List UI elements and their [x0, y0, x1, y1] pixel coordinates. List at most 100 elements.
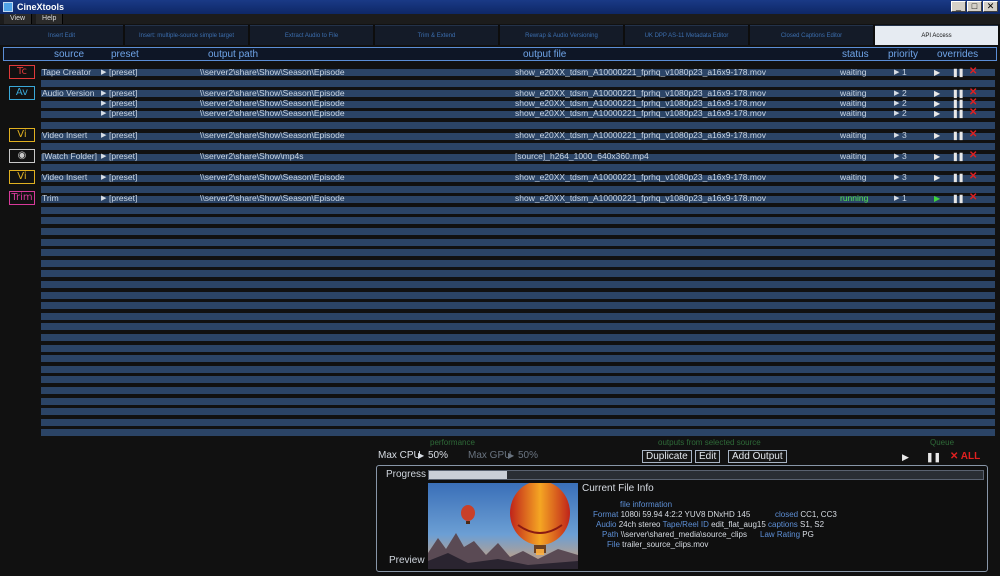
- priority-arrow-icon[interactable]: ▶: [894, 89, 899, 97]
- column-header-priority[interactable]: priority: [888, 49, 918, 60]
- remove-icon[interactable]: ✕: [969, 171, 977, 182]
- max-gpu-arrow-icon[interactable]: ▶: [508, 451, 514, 460]
- output-file[interactable]: show_e20XX_tdsm_A10000221_fprhq_v1080p23…: [515, 98, 766, 108]
- pause-icon[interactable]: ❚❚: [952, 68, 964, 77]
- priority-value[interactable]: 2: [902, 88, 907, 98]
- remove-icon[interactable]: ✕: [969, 66, 977, 77]
- output-path[interactable]: \\server2\share\Show\Season\Episode: [200, 88, 345, 98]
- output-path[interactable]: \\server2\share\Show\Season\Episode: [200, 193, 345, 203]
- pause-icon[interactable]: ❚❚: [952, 109, 964, 118]
- pause-icon[interactable]: ❚❚: [952, 89, 964, 98]
- output-path[interactable]: \\server2\share\Show\Season\Episode: [200, 130, 345, 140]
- tab-api-access[interactable]: API Access: [875, 25, 998, 45]
- play-icon[interactable]: ▶: [934, 194, 940, 203]
- table-row[interactable]: Vi Video Insert ▶ [preset] \\server2\share\S…: [0, 170, 1000, 184]
- minimize-button[interactable]: _: [951, 1, 966, 12]
- output-file[interactable]: show_e20XX_tdsm_A10000221_fprhq_v1080p23…: [515, 130, 766, 140]
- output-path[interactable]: \\server2\share\Show\Season\Episode: [200, 67, 345, 77]
- priority-value[interactable]: 2: [902, 98, 907, 108]
- tab-closed-captions[interactable]: Closed Captions Editor: [750, 25, 873, 45]
- tab-insert-edit[interactable]: Insert Edit: [0, 25, 123, 45]
- preset-expand-icon[interactable]: ▶: [101, 131, 106, 139]
- priority-value[interactable]: 3: [902, 151, 907, 161]
- preset-value[interactable]: [preset]: [109, 67, 137, 77]
- pause-icon[interactable]: ❚❚: [952, 131, 964, 140]
- menu-help[interactable]: Help: [36, 14, 64, 24]
- column-header-preset[interactable]: preset: [111, 49, 139, 60]
- output-path[interactable]: \\server2\share\Show\Season\Episode: [200, 172, 345, 182]
- output-file[interactable]: show_e20XX_tdsm_A10000221_fprhq_v1080p23…: [515, 172, 766, 182]
- output-file[interactable]: show_e20XX_tdsm_A10000221_fprhq_v1080p23…: [515, 88, 766, 98]
- remove-icon[interactable]: ✕: [969, 150, 977, 161]
- preset-value[interactable]: [preset]: [109, 130, 137, 140]
- output-file[interactable]: show_e20XX_tdsm_A10000221_fprhq_v1080p23…: [515, 67, 766, 77]
- table-row[interactable]: ◉ [Watch Folder] ▶ [preset] \\server2\share\…: [0, 149, 1000, 163]
- menu-view[interactable]: View: [4, 14, 33, 24]
- priority-arrow-icon[interactable]: ▶: [894, 131, 899, 139]
- pause-icon[interactable]: ❚❚: [952, 194, 964, 203]
- output-path[interactable]: \\server2\share\Show\Season\Episode: [200, 98, 345, 108]
- column-header-source[interactable]: source: [54, 49, 84, 60]
- play-icon[interactable]: ▶: [934, 173, 940, 182]
- preset-value[interactable]: [preset]: [109, 108, 137, 118]
- remove-icon[interactable]: ✕: [969, 192, 977, 203]
- queue-play-icon[interactable]: ▶: [902, 452, 909, 463]
- queue-pause-icon[interactable]: ❚❚: [926, 452, 941, 463]
- output-file[interactable]: [source]_h264_1000_640x360.mp4: [515, 151, 649, 161]
- max-gpu-value[interactable]: 50%: [518, 450, 538, 461]
- output-file[interactable]: show_e20XX_tdsm_A10000221_fprhq_v1080p23…: [515, 193, 766, 203]
- play-icon[interactable]: ▶: [934, 152, 940, 161]
- column-header-output-path[interactable]: output path: [208, 49, 258, 60]
- table-row[interactable]: Trim Trim ▶ [preset] \\server2\share\Show\Se…: [0, 191, 1000, 205]
- play-icon[interactable]: ▶: [934, 109, 940, 118]
- remove-icon[interactable]: ✕: [969, 129, 977, 140]
- play-icon[interactable]: ▶: [934, 89, 940, 98]
- table-row[interactable]: Vi Video Insert ▶ [preset] \\server2\share\S…: [0, 128, 1000, 142]
- pause-icon[interactable]: ❚❚: [952, 152, 964, 161]
- output-path[interactable]: \\server2\share\Show\Season\Episode: [200, 108, 345, 118]
- close-button[interactable]: ✕: [983, 1, 998, 12]
- preset-value[interactable]: [preset]: [109, 151, 137, 161]
- priority-arrow-icon[interactable]: ▶: [894, 194, 899, 202]
- priority-arrow-icon[interactable]: ▶: [894, 109, 899, 117]
- priority-arrow-icon[interactable]: ▶: [894, 99, 899, 107]
- output-file[interactable]: show_e20XX_tdsm_A10000221_fprhq_v1080p23…: [515, 108, 766, 118]
- max-cpu-arrow-icon[interactable]: ▶: [418, 451, 424, 460]
- edit-button[interactable]: Edit: [695, 450, 721, 463]
- tab-extract-audio[interactable]: Extract Audio to File: [250, 25, 373, 45]
- priority-arrow-icon[interactable]: ▶: [894, 68, 899, 76]
- tab-insert-multiple-source[interactable]: Insert: multiple-source simple target: [125, 25, 248, 45]
- column-header-overrides[interactable]: overrides: [937, 49, 978, 60]
- priority-value[interactable]: 1: [902, 193, 907, 203]
- preset-expand-icon[interactable]: ▶: [101, 152, 106, 160]
- duplicate-button[interactable]: Duplicate: [642, 450, 692, 463]
- priority-arrow-icon[interactable]: ▶: [894, 173, 899, 181]
- priority-value[interactable]: 3: [902, 172, 907, 182]
- table-row[interactable]: Tc Tape Creator ▶ [preset] \\server2\share\S…: [0, 65, 1000, 79]
- preset-value[interactable]: [preset]: [109, 172, 137, 182]
- preset-expand-icon[interactable]: ▶: [101, 99, 106, 107]
- add-output-button[interactable]: Add Output: [728, 450, 787, 463]
- maximize-button[interactable]: □: [967, 1, 982, 12]
- priority-value[interactable]: 2: [902, 108, 907, 118]
- play-icon[interactable]: ▶: [934, 99, 940, 108]
- preset-value[interactable]: [preset]: [109, 98, 137, 108]
- column-header-status[interactable]: status: [842, 49, 869, 60]
- priority-value[interactable]: 1: [902, 67, 907, 77]
- pause-icon[interactable]: ❚❚: [952, 99, 964, 108]
- tab-rewrap-audio[interactable]: Rewrap & Audio Versioning: [500, 25, 623, 45]
- tab-trim-extend[interactable]: Trim & Extend: [375, 25, 498, 45]
- preset-value[interactable]: [preset]: [109, 88, 137, 98]
- preset-expand-icon[interactable]: ▶: [101, 89, 106, 97]
- table-row[interactable]: ▶ [preset] \\server2\share\Show\Season\Epi…: [0, 107, 1000, 119]
- preset-expand-icon[interactable]: ▶: [101, 194, 106, 202]
- preset-expand-icon[interactable]: ▶: [101, 109, 106, 117]
- preset-expand-icon[interactable]: ▶: [101, 173, 106, 181]
- priority-arrow-icon[interactable]: ▶: [894, 152, 899, 160]
- play-icon[interactable]: ▶: [934, 131, 940, 140]
- pause-icon[interactable]: ❚❚: [952, 173, 964, 182]
- tab-uk-dpp[interactable]: UK DPP AS-11 Metadata Editor: [625, 25, 748, 45]
- preset-expand-icon[interactable]: ▶: [101, 68, 106, 76]
- column-header-output-file[interactable]: output file: [523, 49, 566, 60]
- queue-remove-all-button[interactable]: ✕ ALL: [950, 451, 980, 462]
